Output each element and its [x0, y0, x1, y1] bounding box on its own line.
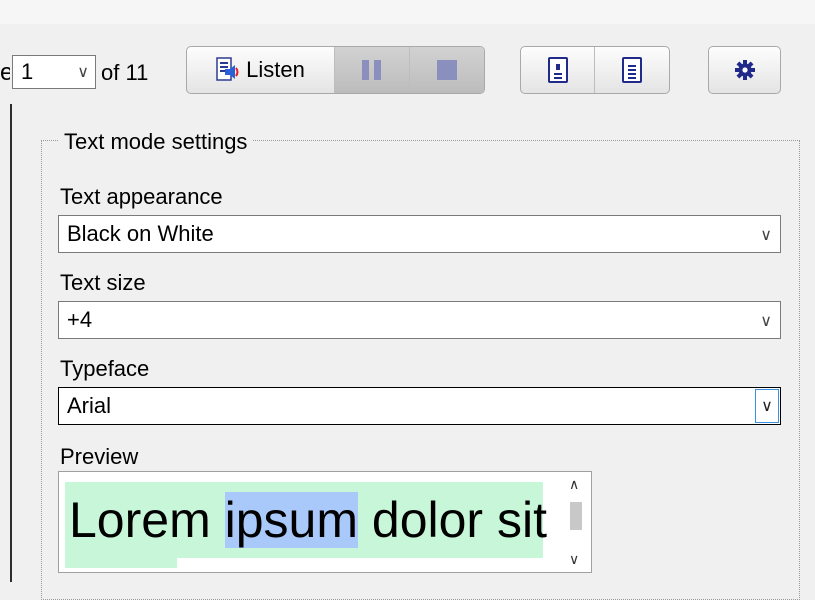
text-appearance-value: Black on White: [67, 221, 214, 246]
playback-controls: Listen: [186, 46, 485, 94]
text-appearance-select[interactable]: Black on White ∨: [58, 215, 781, 253]
top-strip: [0, 0, 815, 24]
chevron-down-icon: ∨: [760, 313, 772, 330]
settings-controls: [708, 46, 781, 94]
preview-line-highlight: [65, 558, 177, 568]
page-label-fragment: e: [0, 59, 10, 86]
document-edge: [10, 104, 12, 582]
text-size-select[interactable]: +4 ∨: [58, 301, 781, 339]
chevron-down-icon[interactable]: ∨: [755, 389, 779, 423]
page-number-select[interactable]: 1 ∨: [12, 55, 96, 89]
pause-button[interactable]: [335, 47, 410, 93]
pause-icon: [362, 60, 382, 80]
page-view-button[interactable]: [521, 47, 595, 93]
gear-icon: [734, 60, 755, 80]
preview-word-after: dolor sit: [358, 492, 547, 548]
chevron-up-icon[interactable]: ∧: [569, 476, 579, 493]
typeface-select[interactable]: Arial ∨: [58, 387, 781, 425]
preview-scrollbar[interactable]: ∧ ∨: [561, 472, 591, 572]
preview-text: Lorem ipsum dolor sit: [65, 482, 547, 558]
stop-button[interactable]: [409, 47, 484, 93]
page-view-icon: [547, 57, 568, 83]
text-size-label: Text size: [60, 270, 146, 295]
chevron-down-icon: ∨: [760, 227, 772, 244]
page-count-label: of 11: [101, 60, 149, 85]
chevron-down-icon[interactable]: ∨: [569, 551, 579, 568]
typeface-label: Typeface: [60, 356, 150, 381]
text-view-icon: [622, 57, 642, 83]
view-mode-controls: [520, 46, 670, 94]
chevron-down-icon: ∨: [77, 64, 89, 81]
panel-title: Text mode settings: [58, 128, 254, 156]
settings-button[interactable]: [709, 47, 780, 93]
scroll-thumb[interactable]: [570, 502, 582, 530]
preview-label: Preview: [60, 444, 139, 469]
listen-label: Listen: [246, 57, 305, 82]
text-view-button[interactable]: [595, 47, 669, 93]
listen-button[interactable]: Listen: [187, 47, 335, 93]
preview-word-before: Lorem: [69, 492, 225, 548]
text-appearance-label: Text appearance: [60, 184, 223, 209]
page-number-value: 1: [21, 59, 34, 84]
preview-box: Lorem ipsum dolor sit ∧ ∨: [58, 471, 592, 573]
stop-icon: [436, 60, 457, 80]
text-size-value: +4: [67, 307, 93, 332]
typeface-value: Arial: [67, 393, 112, 418]
speaker-icon: [216, 57, 240, 83]
preview-highlighted-word: ipsum: [224, 492, 358, 548]
